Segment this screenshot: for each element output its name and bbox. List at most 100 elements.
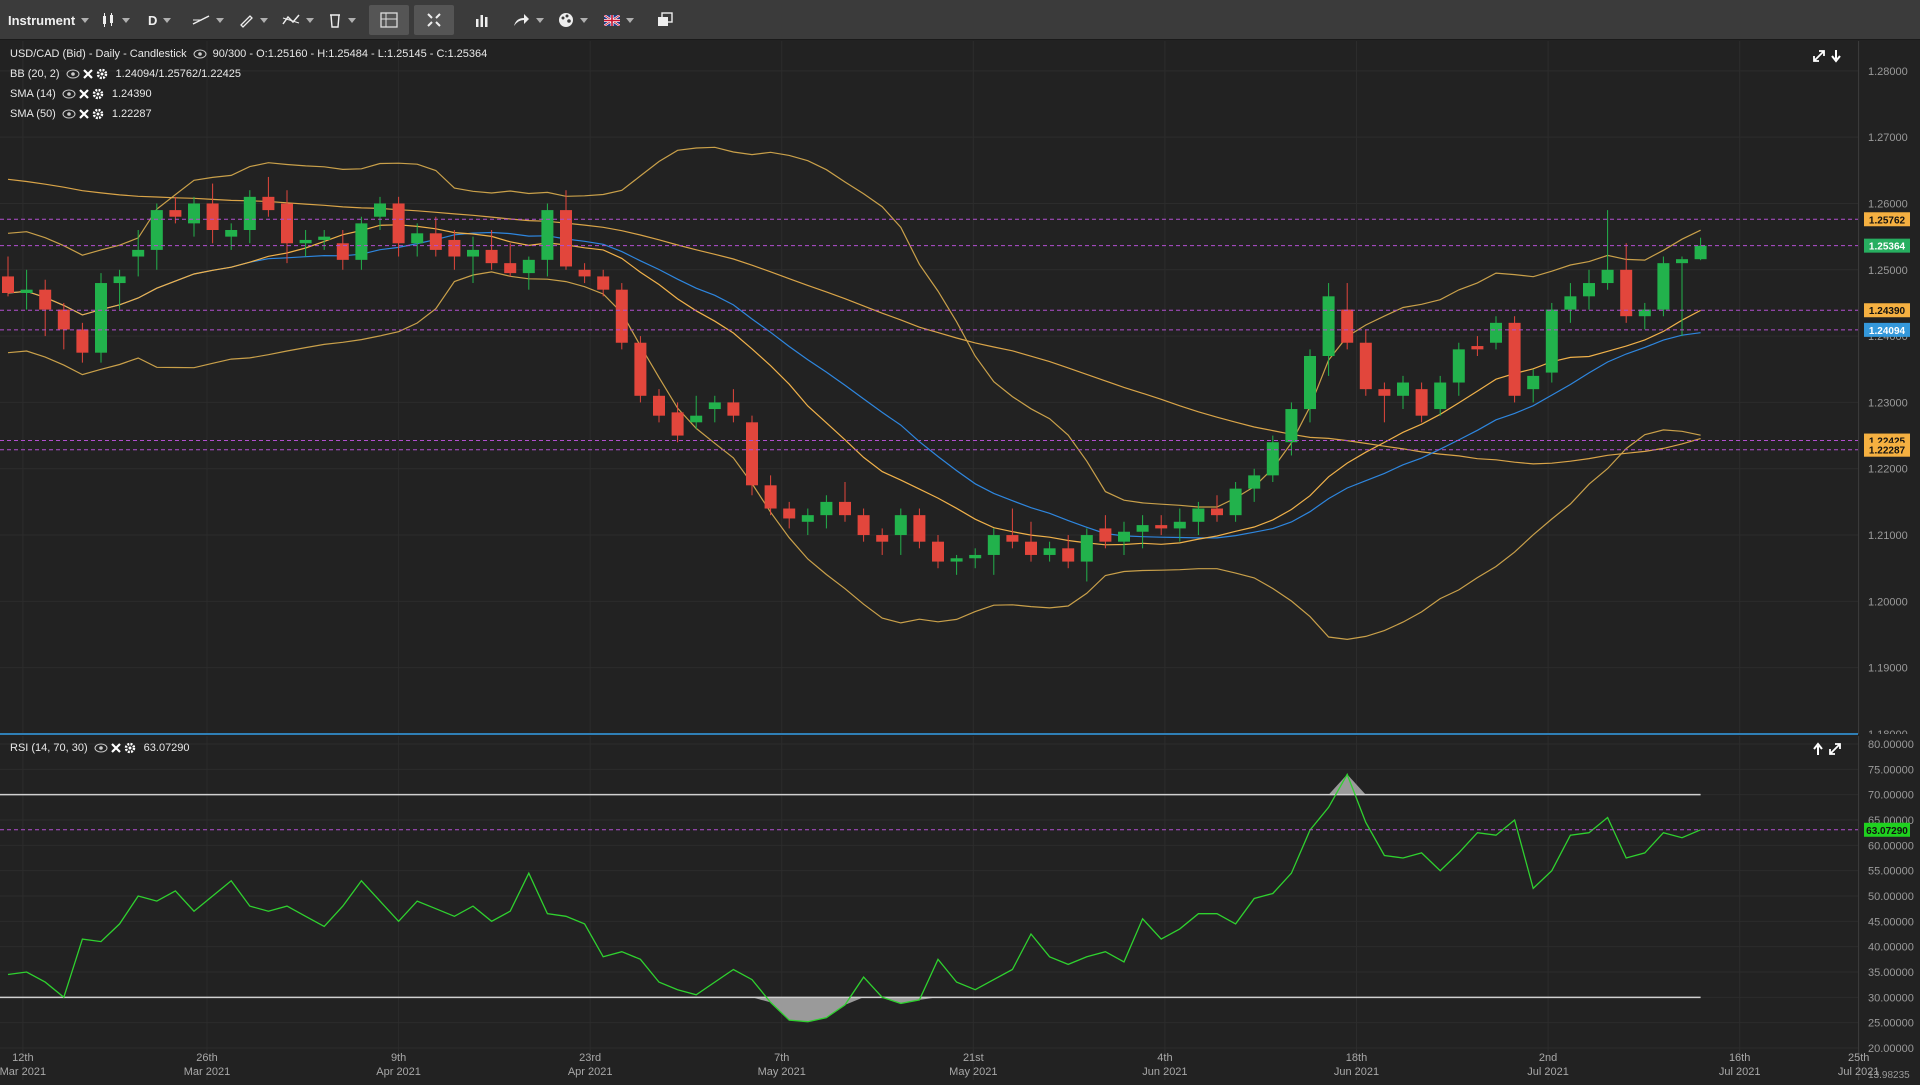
rsi-chart-panel[interactable]: 80.00000 75.00000 70.00000 65.00000 60.00000… bbox=[0, 736, 1920, 1081]
candle-body bbox=[1397, 382, 1409, 396]
visibility-eye-icon[interactable] bbox=[62, 109, 76, 119]
maximize-panel-icon[interactable] bbox=[1828, 742, 1842, 756]
visibility-eye-icon[interactable] bbox=[94, 743, 108, 753]
pencil-tools-dropdown[interactable] bbox=[238, 6, 268, 34]
candle-body bbox=[690, 415, 703, 423]
sma-50-line bbox=[7, 178, 1701, 465]
candle-body bbox=[1527, 375, 1540, 390]
trendline-icon bbox=[192, 15, 210, 25]
candle-body bbox=[132, 249, 145, 257]
rsi-chart-canvas[interactable]: 80.0000075.0000070.0000065.0000060.00000… bbox=[0, 736, 1920, 1081]
candle-body bbox=[206, 203, 219, 230]
rsi-legend: RSI (14, 70, 30) 63.07290 bbox=[10, 740, 190, 756]
indicator-value: 1.24390 bbox=[111, 88, 152, 100]
move-down-icon[interactable] bbox=[1830, 49, 1842, 63]
gear-icon[interactable] bbox=[92, 88, 104, 100]
indicator-name: BB (20, 2) bbox=[10, 68, 60, 80]
candle-body bbox=[1080, 535, 1093, 562]
share-dropdown[interactable] bbox=[512, 6, 544, 34]
share-arrow-icon bbox=[514, 14, 529, 26]
close-icon[interactable] bbox=[110, 742, 122, 754]
candle-body bbox=[1248, 475, 1261, 489]
x-axis-month-label: Jun 2021 bbox=[1142, 1066, 1187, 1078]
y-axis-tick-label: 25.00000 bbox=[1868, 1018, 1914, 1030]
candle-body bbox=[839, 501, 851, 516]
candle-body bbox=[411, 233, 424, 244]
x-axis-day-label: 4th bbox=[1157, 1052, 1172, 1064]
candle-body bbox=[57, 309, 70, 330]
x-axis-month-label: Jul 2021 bbox=[1527, 1066, 1569, 1078]
x-axis-month-label: Apr 2021 bbox=[376, 1066, 421, 1078]
indicator-name: RSI (14, 70, 30) bbox=[10, 742, 88, 754]
y-axis-tick-label: 1.28000 bbox=[1868, 66, 1908, 78]
delete-dropdown[interactable] bbox=[328, 6, 356, 34]
panel-divider[interactable] bbox=[0, 733, 1858, 735]
volume-button[interactable] bbox=[462, 5, 502, 35]
close-icon[interactable] bbox=[78, 88, 90, 100]
timeframe-dropdown[interactable]: D bbox=[148, 6, 172, 34]
indicator-dropdown[interactable] bbox=[282, 6, 314, 34]
y-axis-tick-label: 1.23000 bbox=[1868, 397, 1908, 409]
window-copy-icon bbox=[658, 12, 673, 26]
candle-body bbox=[653, 395, 665, 416]
rsi-line bbox=[7, 772, 1701, 1023]
x-axis-day-label: 12th bbox=[12, 1052, 33, 1064]
grid-icon bbox=[380, 12, 398, 28]
gear-icon[interactable] bbox=[96, 68, 108, 80]
candle-body bbox=[764, 485, 777, 509]
price-tag-label: 1.24094 bbox=[1869, 326, 1906, 337]
x-axis-month-label: May 2021 bbox=[949, 1066, 997, 1078]
candle-body bbox=[1620, 269, 1633, 317]
gear-icon[interactable] bbox=[124, 742, 136, 754]
close-icon[interactable] bbox=[78, 108, 90, 120]
candle-body bbox=[39, 289, 52, 310]
candle-body bbox=[1341, 309, 1354, 343]
candle-body bbox=[597, 276, 610, 290]
x-axis-month-label: Jun 2021 bbox=[1334, 1066, 1379, 1078]
close-icon[interactable] bbox=[82, 68, 94, 80]
candle-body bbox=[708, 402, 721, 410]
candle-body bbox=[541, 210, 554, 260]
y-axis-tick-label: 55.00000 bbox=[1868, 866, 1914, 878]
language-dropdown[interactable] bbox=[604, 6, 634, 34]
detach-window-button[interactable] bbox=[645, 5, 685, 35]
candle-body bbox=[429, 233, 442, 250]
price-chart-panel[interactable]: 1.28000 1.27000 1.26000 1.25000 1.24000 1.230… bbox=[0, 41, 1920, 741]
candle-body bbox=[1694, 245, 1707, 260]
candle-body bbox=[448, 239, 461, 257]
price-tag-label: 1.22287 bbox=[1869, 446, 1906, 457]
candle-body bbox=[857, 515, 870, 536]
candle-body bbox=[113, 276, 126, 284]
x-axis-month-label: Jul 2021 bbox=[1719, 1066, 1761, 1078]
candle-body bbox=[262, 196, 275, 211]
price-tag-label: 1.24390 bbox=[1869, 306, 1906, 317]
gear-icon[interactable] bbox=[92, 108, 104, 120]
visibility-eye-icon[interactable] bbox=[66, 69, 80, 79]
maximize-panel-icon[interactable] bbox=[1812, 49, 1826, 63]
y-axis-tick-label: 30.00000 bbox=[1868, 992, 1914, 1004]
price-tag-label: 1.25762 bbox=[1869, 215, 1906, 226]
drawing-tools-dropdown[interactable] bbox=[192, 6, 224, 34]
candle-body bbox=[1471, 346, 1484, 350]
visibility-eye-icon[interactable] bbox=[62, 89, 76, 99]
fullscreen-button[interactable] bbox=[414, 5, 454, 35]
indicator-legend-sma14: SMA (14) 1.24390 bbox=[10, 86, 152, 102]
candle-body bbox=[1043, 548, 1056, 555]
rsi-panel-controls bbox=[1812, 742, 1842, 756]
candle-body bbox=[1322, 296, 1335, 356]
instrument-dropdown[interactable]: Instrument bbox=[8, 6, 90, 34]
price-chart-canvas[interactable]: 1.280001.270001.260001.250001.240001.230… bbox=[0, 41, 1920, 741]
y-axis-tick-label: 1.19000 bbox=[1868, 663, 1908, 675]
palette-icon bbox=[559, 13, 573, 27]
candle-body bbox=[188, 203, 200, 224]
candle-body bbox=[225, 230, 238, 237]
visibility-eye-icon[interactable] bbox=[193, 49, 207, 59]
theme-dropdown[interactable] bbox=[558, 6, 588, 34]
candle-body bbox=[318, 236, 331, 240]
crosshair-button[interactable] bbox=[369, 5, 409, 35]
candle-body bbox=[1564, 296, 1577, 310]
move-up-icon[interactable] bbox=[1812, 742, 1824, 756]
chart-type-dropdown[interactable] bbox=[100, 6, 130, 34]
candle-body bbox=[95, 283, 107, 353]
y-axis-tick-label: 1.22000 bbox=[1868, 464, 1908, 476]
